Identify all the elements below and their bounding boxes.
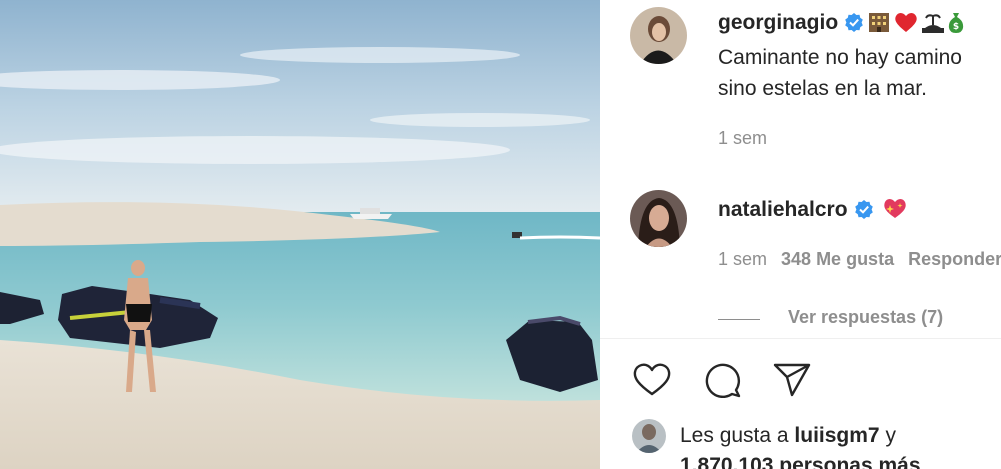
post-photo[interactable] <box>0 0 600 469</box>
comment-button[interactable] <box>702 362 742 398</box>
post-caption: Caminante no hay camino sino estelas en … <box>718 42 962 104</box>
liked-by-others[interactable]: 1.870.103 personas más <box>680 454 921 469</box>
caption-line-2: sino estelas en la mar. <box>718 77 927 100</box>
section-divider <box>600 338 1001 339</box>
svg-text:$: $ <box>953 22 959 32</box>
share-button[interactable] <box>772 362 812 398</box>
liked-by-conjunction: y <box>879 424 896 447</box>
comment-icon <box>705 363 741 398</box>
view-replies-button[interactable]: Ver respuestas (7) <box>788 307 943 328</box>
caption-line-1: Caminante no hay camino <box>718 46 962 69</box>
author-username[interactable]: georginagio <box>718 11 838 34</box>
sparkling-heart-icon <box>881 196 909 226</box>
liked-by-text: Les gusta a luiisgm7 y 1.870.103 persona… <box>680 421 921 469</box>
share-icon <box>773 363 811 397</box>
liked-by-user[interactable]: luiisgm7 <box>794 424 879 447</box>
like-button[interactable] <box>632 362 672 398</box>
verified-icon <box>844 12 864 38</box>
beach-scene-image <box>0 0 600 469</box>
money-bag-icon: $ <box>948 11 964 39</box>
author-username-row: georginagio $ <box>718 11 964 39</box>
action-bar <box>632 362 812 398</box>
comment-likes[interactable]: 348 Me gusta <box>781 249 894 269</box>
reply-button[interactable]: Responder <box>908 249 1001 269</box>
commenter-avatar[interactable] <box>630 190 687 247</box>
heart-icon <box>633 363 671 396</box>
island-icon <box>922 11 945 39</box>
verified-icon <box>854 199 874 225</box>
post-side-panel: georginagio $ Caminante no hay camino sin… <box>600 0 1001 469</box>
liked-by-prefix: Les gusta a <box>680 424 795 447</box>
commenter-username-row: nataliehalcro <box>718 196 909 226</box>
replies-divider <box>718 319 760 320</box>
comment-timestamp[interactable]: 1 sem <box>718 249 767 269</box>
caption-timestamp[interactable]: 1 sem <box>718 128 767 149</box>
commenter-username[interactable]: nataliehalcro <box>718 198 848 221</box>
author-avatar[interactable] <box>630 7 687 64</box>
liked-by-avatar[interactable] <box>632 419 666 453</box>
red-heart-icon <box>894 11 918 39</box>
building-icon <box>868 11 890 39</box>
comment-meta: 1 sem 348 Me gusta Responder <box>718 249 1001 270</box>
